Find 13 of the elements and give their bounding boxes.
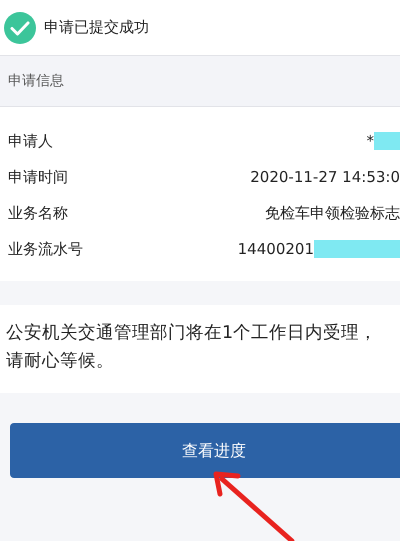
row-value: *: [366, 130, 374, 152]
status-title: 申请已提交成功: [44, 17, 149, 38]
row-label: 业务名称: [8, 202, 68, 224]
row-value: 2020-11-27 14:53:0: [250, 166, 400, 188]
section-title: 申请信息: [8, 72, 64, 90]
view-progress-button[interactable]: 查看进度: [10, 423, 400, 478]
row-label: 业务流水号: [8, 238, 83, 260]
row-label: 申请人: [8, 130, 53, 152]
row-label: 申请时间: [8, 166, 68, 188]
row-value: 免检车申领检验标志: [265, 202, 400, 224]
notice-text: 公安机关交通管理部门将在1个工作日内受理，请耐心等候。: [6, 322, 378, 373]
row-value: 14400201: [238, 238, 314, 260]
check-icon: [4, 12, 36, 44]
